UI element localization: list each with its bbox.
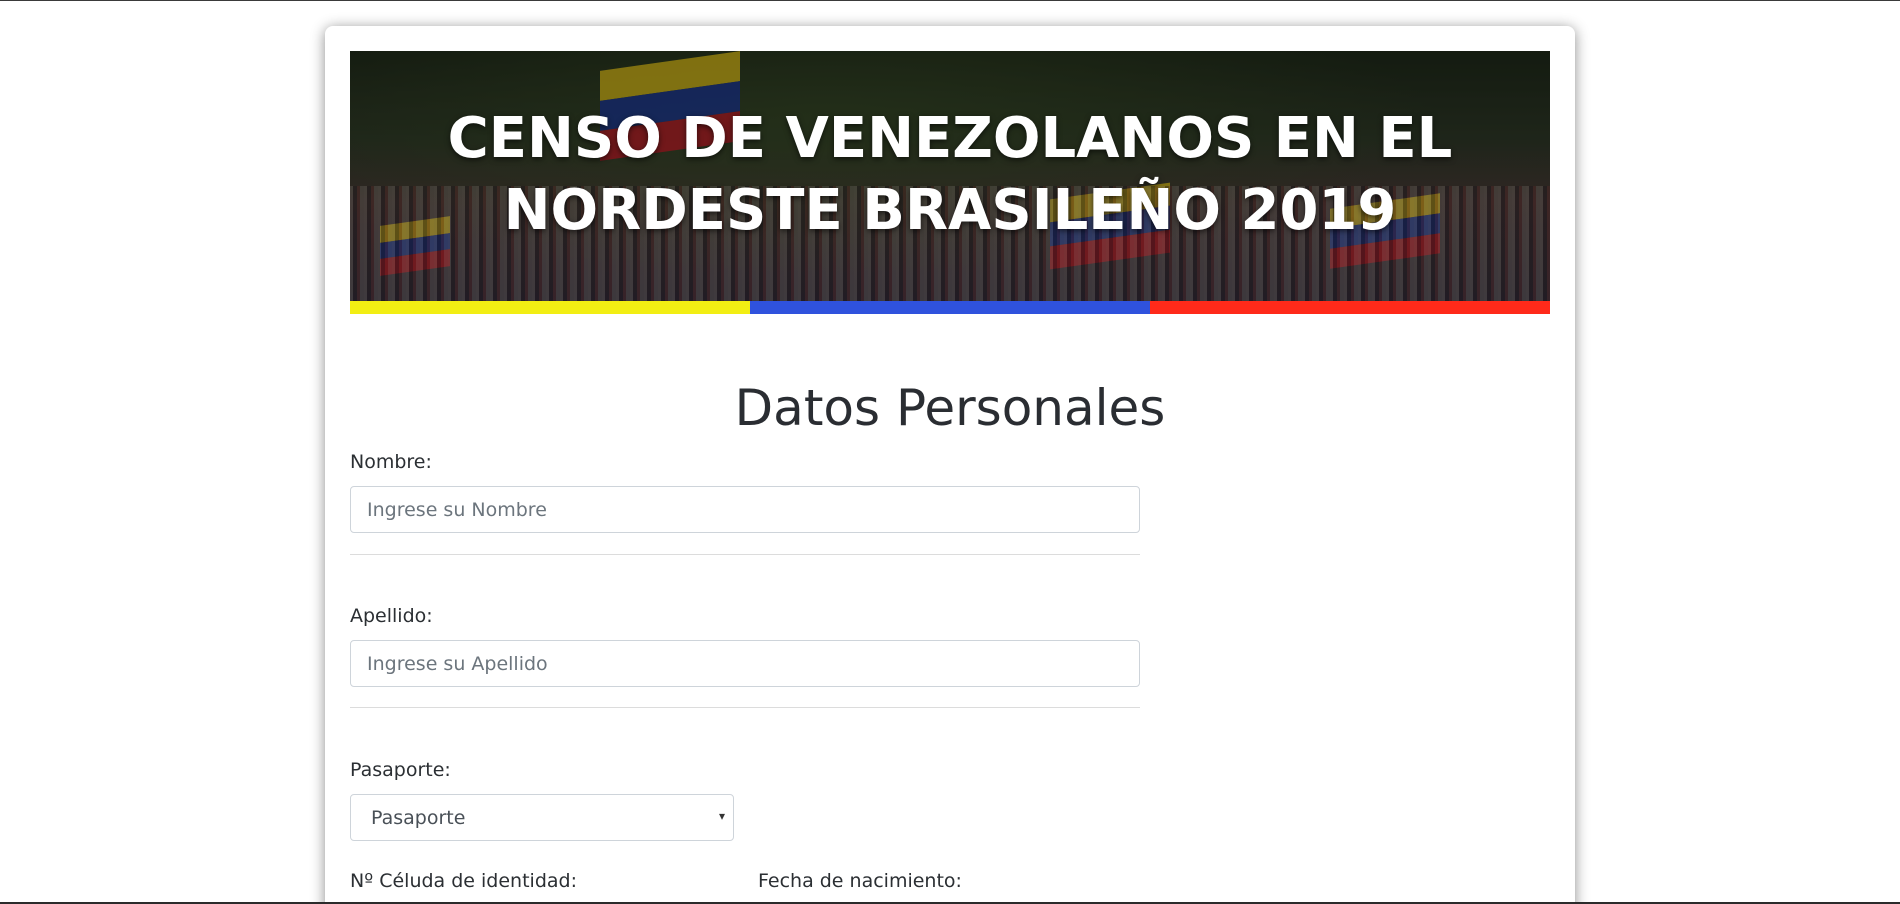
header-banner: CENSO DE VENEZOLANOS EN EL NORDESTE BRAS… xyxy=(350,51,1550,301)
apellido-input[interactable] xyxy=(350,640,1140,687)
banner-title: CENSO DE VENEZOLANOS EN EL NORDESTE BRAS… xyxy=(350,103,1550,247)
form-card: CENSO DE VENEZOLANOS EN EL NORDESTE BRAS… xyxy=(325,26,1575,904)
cedula-label: Nº Céluda de identidad: xyxy=(350,870,577,892)
chevron-down-icon: ▾ xyxy=(718,809,725,823)
nombre-label: Nombre: xyxy=(350,451,432,473)
nombre-input[interactable] xyxy=(350,486,1140,533)
pasaporte-label: Pasaporte: xyxy=(350,759,451,781)
banner-title-line-1: CENSO DE VENEZOLANOS EN EL xyxy=(447,106,1453,171)
stripe-blue xyxy=(750,301,1150,314)
flag-color-stripe xyxy=(350,301,1550,314)
fecha-nacimiento-label: Fecha de nacimiento: xyxy=(758,870,962,892)
pasaporte-select[interactable]: Pasaporte ▾ xyxy=(350,794,734,841)
section-title: Datos Personales xyxy=(734,379,1166,437)
stripe-yellow xyxy=(350,301,750,314)
stripe-red xyxy=(1150,301,1550,314)
banner-title-line-2: NORDESTE BRASILEÑO 2019 xyxy=(503,178,1397,243)
field-divider xyxy=(350,554,1140,555)
field-divider xyxy=(350,707,1140,708)
top-border xyxy=(0,0,1900,1)
pasaporte-selected-value: Pasaporte xyxy=(371,807,466,829)
apellido-label: Apellido: xyxy=(350,605,433,627)
page-viewport: CENSO DE VENEZOLANOS EN EL NORDESTE BRAS… xyxy=(0,0,1900,904)
